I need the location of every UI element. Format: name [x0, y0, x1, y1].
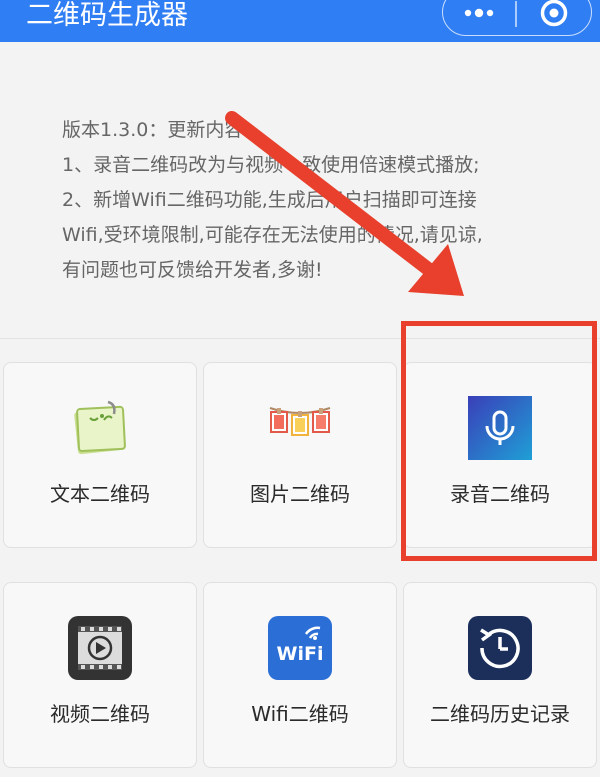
notice-line: Wifi,受环境限制,可能存在无法使用的情况,请见谅, — [62, 224, 483, 246]
notice-line: 有问题也可反馈给开发者,多谢! — [62, 259, 323, 281]
wifi-qr-tile[interactable]: WiFi Wifi二维码 — [203, 582, 397, 768]
more-button[interactable] — [443, 0, 515, 37]
mini-program-capsule — [442, 0, 592, 36]
tile-label: 视频二维码 — [50, 702, 150, 726]
more-dots-icon — [464, 8, 494, 18]
history-tile[interactable]: 二维码历史记录 — [403, 582, 597, 768]
video-film-icon — [68, 616, 132, 680]
title-bar: 二维码生成器 — [0, 0, 600, 42]
tile-label: 二维码历史记录 — [430, 702, 570, 726]
image-qr-tile[interactable]: 图片二维码 — [203, 362, 397, 548]
update-notice: 版本1.3.0：更新内容： 1、录音二维码改为与视频一致使用倍速模式播放; 2、… — [62, 113, 562, 288]
tile-label: Wifi二维码 — [251, 702, 349, 726]
tile-label: 文本二维码 — [50, 482, 150, 506]
svg-text:WiFi: WiFi — [277, 643, 324, 665]
notice-line: 1、录音二维码改为与视频一致使用倍速模式播放; — [62, 154, 480, 176]
photo-frames-icon — [269, 407, 331, 436]
target-circle-icon — [540, 0, 568, 27]
history-clock-icon — [468, 616, 532, 680]
text-qr-tile[interactable]: 文本二维码 — [3, 362, 197, 548]
video-qr-tile[interactable]: 视频二维码 — [3, 582, 197, 768]
wifi-icon: WiFi — [268, 616, 332, 680]
highlight-box — [401, 321, 597, 561]
notice-line: 版本1.3.0：更新内容： — [62, 119, 263, 141]
tile-label: 图片二维码 — [250, 482, 350, 506]
text-note-icon — [74, 400, 126, 455]
page-title: 二维码生成器 — [26, 0, 188, 31]
notice-line: 2、新增Wifi二维码功能,生成后用户扫描即可连接 — [62, 189, 477, 211]
close-button[interactable] — [517, 0, 591, 37]
